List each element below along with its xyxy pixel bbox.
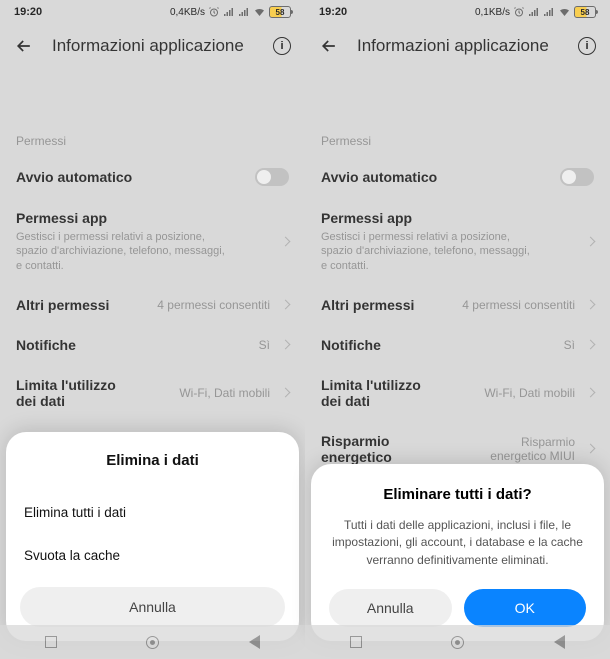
wifi-icon [253,6,266,18]
alarm-icon [208,6,220,18]
row-subtitle: Gestisci i permessi relativi a posizione… [16,230,226,273]
row-title: Altri permessi [16,297,147,313]
row-title: Limita l'utilizzo dei dati [321,377,441,409]
phone-left: 19:20 0,4KB/s 58 Informazioni applicazio… [0,0,305,659]
battery-icon: 58 [269,6,291,18]
back-nav-icon[interactable] [554,635,565,649]
row-title: Avvio automatico [16,169,245,185]
battery-icon: 58 [574,6,596,18]
info-icon[interactable]: i [578,37,596,55]
confirm-dialog: Eliminare tutti i dati? Tutti i dati del… [311,464,604,641]
row-data-usage[interactable]: Limita l'utilizzo dei dati Wi-Fi, Dati m… [305,365,610,421]
row-value: Sì [564,338,575,352]
row-title: Risparmio energetico [321,433,455,465]
ok-button[interactable]: OK [464,589,587,627]
toggle-off[interactable] [255,168,289,186]
row-notifications[interactable]: Notifiche Sì [0,325,305,365]
toggle-off[interactable] [560,168,594,186]
alarm-icon [513,6,525,18]
chevron-right-icon [281,300,291,310]
status-net: 0,1KB/s [475,7,510,18]
row-title: Permessi app [321,210,575,226]
status-net: 0,4KB/s [170,7,205,18]
row-autostart[interactable]: Avvio automatico [305,156,610,198]
chevron-right-icon [586,300,596,310]
status-bar: 19:20 0,4KB/s 58 [0,0,305,24]
back-icon[interactable] [319,36,339,56]
recents-icon[interactable] [45,636,57,648]
phone-right: 19:20 0,1KB/s 58 Informazioni applicazio… [305,0,610,659]
signal-icon-2 [238,6,250,18]
cancel-button[interactable]: Annulla [20,587,285,627]
row-data-usage[interactable]: Limita l'utilizzo dei dati Wi-Fi, Dati m… [0,365,305,421]
chevron-right-icon [586,444,596,454]
wifi-icon [558,6,571,18]
row-title: Permessi app [16,210,270,226]
row-value: Wi-Fi, Dati mobili [484,386,575,400]
status-time: 19:20 [14,6,42,18]
status-time: 19:20 [319,6,347,18]
signal-icon-2 [543,6,555,18]
home-icon[interactable] [146,636,159,649]
status-icons: 0,1KB/s 58 [475,6,596,18]
sheet-option-clear-cache[interactable]: Svuota la cache [20,534,285,577]
row-title: Limita l'utilizzo dei dati [16,377,136,409]
page-title: Informazioni applicazione [52,36,255,56]
nav-bar [305,625,610,659]
signal-icon [528,6,540,18]
status-bar: 19:20 0,1KB/s 58 [305,0,610,24]
row-title: Avvio automatico [321,169,550,185]
page-title: Informazioni applicazione [357,36,560,56]
row-autostart[interactable]: Avvio automatico [0,156,305,198]
recents-icon[interactable] [350,636,362,648]
dialog-title: Eliminare tutti i dati? [329,486,586,503]
dialog-body: Tutti i dati delle applicazioni, inclusi… [329,517,586,569]
chevron-right-icon [281,388,291,398]
row-value: 4 permessi consentiti [157,298,270,312]
chevron-right-icon [586,236,596,246]
section-label: Permessi [305,74,610,156]
chevron-right-icon [586,388,596,398]
cancel-button[interactable]: Annulla [329,589,452,627]
row-value: 4 permessi consentiti [462,298,575,312]
sheet-option-clear-data[interactable]: Elimina tutti i dati [20,491,285,534]
home-icon[interactable] [451,636,464,649]
row-title: Notifiche [16,337,249,353]
row-value: Risparmio energetico MIUI [465,435,575,463]
row-title: Altri permessi [321,297,452,313]
section-label: Permessi [0,74,305,156]
app-bar: Informazioni applicazione i [0,24,305,74]
app-bar: Informazioni applicazione i [305,24,610,74]
bottom-sheet: Elimina i dati Elimina tutti i dati Svuo… [6,432,299,641]
chevron-right-icon [281,236,291,246]
back-icon[interactable] [14,36,34,56]
row-other-permissions[interactable]: Altri permessi 4 permessi consentiti [305,285,610,325]
row-other-permissions[interactable]: Altri permessi 4 permessi consentiti [0,285,305,325]
row-title: Notifiche [321,337,554,353]
row-value: Wi-Fi, Dati mobili [179,386,270,400]
row-subtitle: Gestisci i permessi relativi a posizione… [321,230,531,273]
status-icons: 0,4KB/s 58 [170,6,291,18]
info-icon[interactable]: i [273,37,291,55]
back-nav-icon[interactable] [249,635,260,649]
nav-bar [0,625,305,659]
row-app-permissions[interactable]: Permessi app Gestisci i permessi relativ… [0,198,305,285]
chevron-right-icon [586,340,596,350]
row-app-permissions[interactable]: Permessi app Gestisci i permessi relativ… [305,198,610,285]
signal-icon [223,6,235,18]
chevron-right-icon [281,340,291,350]
row-notifications[interactable]: Notifiche Sì [305,325,610,365]
sheet-title: Elimina i dati [20,452,285,469]
row-value: Sì [259,338,270,352]
